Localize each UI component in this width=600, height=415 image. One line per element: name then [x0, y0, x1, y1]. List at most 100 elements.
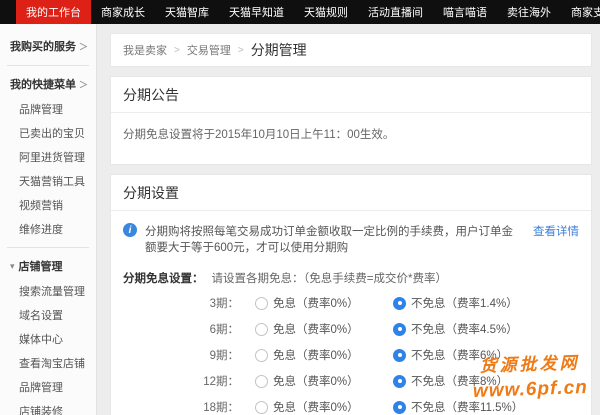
radio-option-free[interactable]: 免息（费率0%）	[255, 399, 393, 415]
sidebar-item-search-traffic[interactable]: 搜索流量管理	[0, 279, 96, 303]
radio-selected-icon[interactable]	[393, 375, 406, 388]
row-label: 3期：	[123, 295, 255, 311]
caret-down-icon: ▾	[10, 261, 15, 272]
sidebar-section-title: 我购买的服务	[10, 38, 76, 54]
topbar-item-miao-talk[interactable]: 喵言喵语	[433, 0, 497, 24]
breadcrumb-item-trade-management[interactable]: 交易管理	[187, 42, 231, 58]
installment-row-18: 18期： 免息（费率0%） 不免息（费率11.5%）	[123, 394, 579, 415]
topbar-item-merchant-support[interactable]: 商家支持 ▾	[561, 0, 600, 24]
installment-row-9: 9期： 免息（费率0%） 不免息（费率6%）	[123, 342, 579, 368]
breadcrumb-item-seller-home[interactable]: 我是卖家	[123, 42, 167, 58]
info-icon: i	[123, 223, 137, 237]
sidebar-item-ali-purchase[interactable]: 阿里进货管理	[0, 145, 96, 169]
radio-option-free[interactable]: 免息（费率0%）	[255, 295, 393, 311]
announcement-title: 分期公告	[111, 77, 591, 113]
topbar-item-tmall-thinktank[interactable]: 天猫智库	[155, 0, 219, 24]
radio-unselected-icon[interactable]	[255, 375, 268, 388]
sidebar-item-repair-progress[interactable]: 维修进度	[0, 217, 96, 241]
radio-label: 不免息（费率8%）	[411, 373, 508, 389]
radio-selected-icon[interactable]	[393, 349, 406, 362]
radio-option-free[interactable]: 免息（费率0%）	[255, 373, 393, 389]
sidebar-section-shop-management: ▾ 店铺管理 搜索流量管理 域名设置 媒体中心 查看淘宝店铺 品牌管理 店铺装修…	[0, 250, 96, 415]
sidebar-item-view-taobao-shop[interactable]: 查看淘宝店铺	[0, 351, 96, 375]
breadcrumb-separator: >	[238, 45, 244, 56]
chevron-right-icon: ＞	[79, 40, 88, 53]
radio-label: 不免息（费率4.5%）	[411, 321, 518, 337]
radio-option-paid[interactable]: 不免息（费率8%）	[393, 373, 508, 389]
breadcrumb-separator: >	[174, 45, 180, 56]
radio-selected-icon[interactable]	[393, 401, 406, 414]
radio-label: 免息（费率0%）	[273, 399, 359, 415]
row-label: 9期：	[123, 347, 255, 363]
main-content: 我是卖家 > 交易管理 > 分期管理 分期公告 分期免息设置将于2015年10月…	[97, 24, 600, 415]
radio-option-free[interactable]: 免息（费率0%）	[255, 321, 393, 337]
radio-unselected-icon[interactable]	[255, 323, 268, 336]
page-title: 分期管理	[251, 40, 307, 60]
announcement-panel: 分期公告 分期免息设置将于2015年10月10日上午11：00生效。	[110, 76, 592, 165]
topbar: 我的工作台 商家成长 天猫智库 天猫早知道 天猫规则 活动直播间 喵言喵语 卖往…	[0, 0, 600, 24]
radio-option-paid[interactable]: 不免息（费率1.4%）	[393, 295, 518, 311]
radio-unselected-icon[interactable]	[255, 401, 268, 414]
chevron-right-icon: ＞	[79, 78, 88, 91]
installment-settings-panel: 分期设置 i 分期购将按照每笔交易成功订单金额收取一定比例的手续费，用户订单金额…	[110, 174, 592, 415]
topbar-item-live-events[interactable]: 活动直播间	[358, 0, 433, 24]
breadcrumb: 我是卖家 > 交易管理 > 分期管理	[110, 33, 592, 67]
radio-label: 免息（费率0%）	[273, 347, 359, 363]
row-label: 12期：	[123, 373, 255, 389]
sidebar-item-quick-menu[interactable]: 我的快捷菜单 ＞	[0, 70, 96, 97]
page-layout: 我购买的服务 ＞ 我的快捷菜单 ＞ 品牌管理 已卖出的宝贝 阿里进货管理 天猫营…	[0, 24, 600, 415]
radio-label: 不免息（费率1.4%）	[411, 295, 518, 311]
sidebar-item-brand-management-2[interactable]: 品牌管理	[0, 375, 96, 399]
row-label: 6期：	[123, 321, 255, 337]
topbar-item-workbench[interactable]: 我的工作台	[16, 0, 91, 24]
sidebar-item-media-center[interactable]: 媒体中心	[0, 327, 96, 351]
announcement-body: 分期免息设置将于2015年10月10日上午11：00生效。	[111, 113, 591, 164]
sidebar-item-sold-items[interactable]: 已卖出的宝贝	[0, 121, 96, 145]
sidebar-item-video-marketing[interactable]: 视频营销	[0, 193, 96, 217]
topbar-item-tmall-rules[interactable]: 天猫规则	[294, 0, 358, 24]
setting-label-row: 分期免息设置： 请设置各期免息：（免息手续费=成交价*费率）	[123, 270, 579, 286]
installment-rows: 3期： 免息（费率0%） 不免息（费率1.4%） 6期： 免息（费率0%） 不免…	[123, 290, 579, 415]
installment-row-3: 3期： 免息（费率0%） 不免息（费率1.4%）	[123, 290, 579, 316]
sidebar-section-quick-menu: 我的快捷菜单 ＞ 品牌管理 已卖出的宝贝 阿里进货管理 天猫营销工具 视频营销 …	[0, 68, 96, 245]
radio-option-paid[interactable]: 不免息（费率4.5%）	[393, 321, 518, 337]
view-details-link[interactable]: 查看详情	[533, 223, 579, 239]
radio-label: 免息（费率0%）	[273, 373, 359, 389]
radio-label: 免息（费率0%）	[273, 321, 359, 337]
info-text: 分期购将按照每笔交易成功订单金额收取一定比例的手续费，用户订单金额要大于等于60…	[145, 223, 523, 255]
sidebar-item-shop-management[interactable]: ▾ 店铺管理	[0, 252, 96, 279]
installment-row-6: 6期： 免息（费率0%） 不免息（费率4.5%）	[123, 316, 579, 342]
radio-label: 不免息（费率6%）	[411, 347, 508, 363]
row-label: 18期：	[123, 399, 255, 415]
topbar-item-merchant-growth[interactable]: 商家成长	[91, 0, 155, 24]
installment-settings-title: 分期设置	[111, 175, 591, 211]
sidebar-item-shop-decoration[interactable]: 店铺装修	[0, 399, 96, 415]
topbar-item-tmall-news[interactable]: 天猫早知道	[219, 0, 294, 24]
radio-label: 不免息（费率11.5%）	[411, 399, 523, 415]
radio-label: 免息（费率0%）	[273, 295, 359, 311]
topbar-item-sell-overseas[interactable]: 卖往海外	[497, 0, 561, 24]
installment-settings-body: i 分期购将按照每笔交易成功订单金额收取一定比例的手续费，用户订单金额要大于等于…	[111, 211, 591, 415]
setting-hint: 请设置各期免息：（免息手续费=成交价*费率）	[212, 270, 447, 286]
sidebar-item-domain-settings[interactable]: 域名设置	[0, 303, 96, 327]
sidebar-divider	[7, 247, 89, 248]
radio-selected-icon[interactable]	[393, 297, 406, 310]
setting-label: 分期免息设置：	[123, 270, 204, 286]
sidebar-divider	[7, 65, 89, 66]
sidebar-item-brand-management[interactable]: 品牌管理	[0, 97, 96, 121]
radio-selected-icon[interactable]	[393, 323, 406, 336]
sidebar-section-title: 我的快捷菜单	[10, 76, 76, 92]
radio-option-paid[interactable]: 不免息（费率6%）	[393, 347, 508, 363]
sidebar-section-title: 店铺管理	[19, 258, 63, 274]
radio-option-free[interactable]: 免息（费率0%）	[255, 347, 393, 363]
sidebar-section-purchased-services: 我购买的服务 ＞	[0, 30, 96, 63]
radio-unselected-icon[interactable]	[255, 297, 268, 310]
sidebar-item-purchased-services[interactable]: 我购买的服务 ＞	[0, 32, 96, 59]
info-row: i 分期购将按照每笔交易成功订单金额收取一定比例的手续费，用户订单金额要大于等于…	[123, 223, 579, 255]
radio-unselected-icon[interactable]	[255, 349, 268, 362]
installment-row-12: 12期： 免息（费率0%） 不免息（费率8%）	[123, 368, 579, 394]
radio-option-paid[interactable]: 不免息（费率11.5%）	[393, 399, 523, 415]
sidebar: 我购买的服务 ＞ 我的快捷菜单 ＞ 品牌管理 已卖出的宝贝 阿里进货管理 天猫营…	[0, 24, 97, 415]
topbar-merchant-support-label: 商家支持	[571, 4, 600, 20]
sidebar-item-tmall-marketing-tools[interactable]: 天猫营销工具	[0, 169, 96, 193]
